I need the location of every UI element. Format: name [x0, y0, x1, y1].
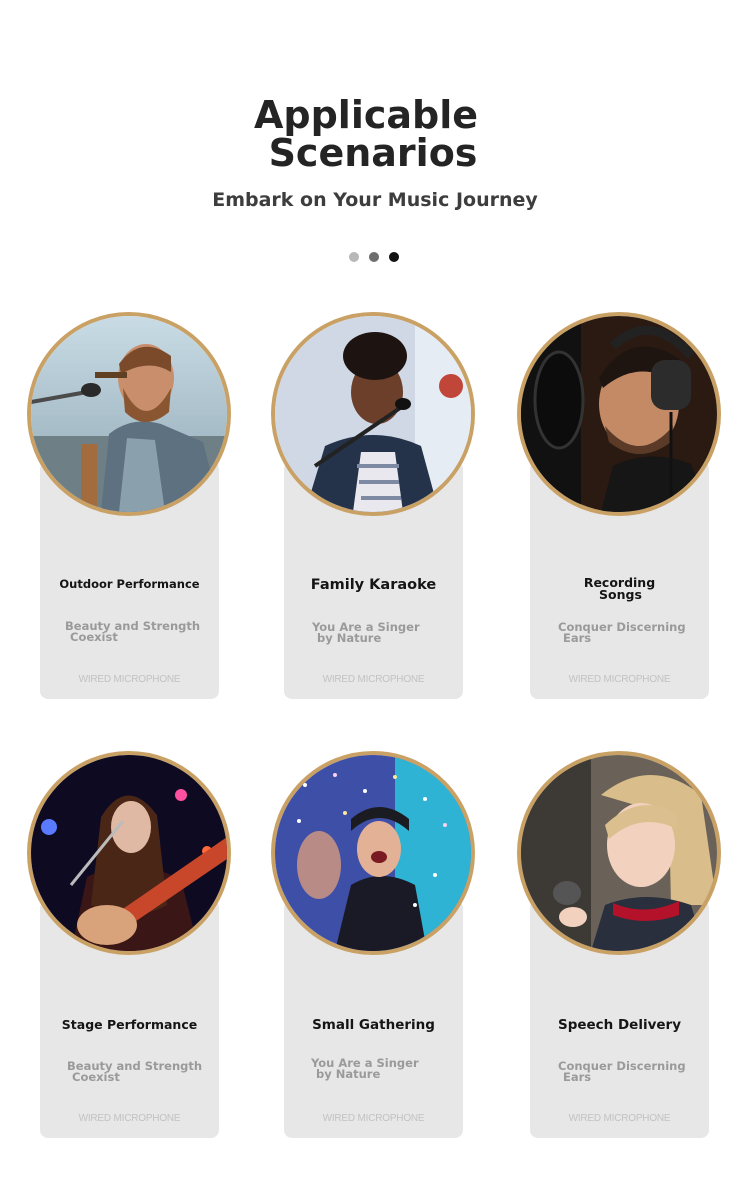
- page-title: Applicable Scenarios: [200, 96, 540, 172]
- carousel-dots: [349, 252, 399, 262]
- outdoor-photo-art: [31, 316, 227, 512]
- carousel-dot-3[interactable]: [389, 252, 399, 262]
- card-subtitle-line2: Coexist: [70, 630, 118, 644]
- man-recording-headphones-photo: [517, 312, 721, 516]
- man-singing-outdoors-photo: [27, 312, 231, 516]
- card-subtitle: Conquer Discerning Ears: [558, 1060, 708, 1084]
- woman-singing-microphone-photo: [271, 312, 475, 516]
- page-title-line1: Applicable: [253, 93, 479, 137]
- card-footer: WIRED MICROPHONE: [78, 1113, 181, 1124]
- page-subtitle: Embark on Your Music Journey: [212, 189, 538, 211]
- card-subtitle-line2: Coexist: [72, 1070, 120, 1084]
- speech-photo-art: [521, 755, 717, 951]
- card-footer: WIRED MICROPHONE: [322, 1113, 425, 1124]
- card-subtitle-line2: Ears: [563, 631, 592, 645]
- card-title: Family Karaoke: [310, 577, 437, 593]
- card-subtitle: You Are a Singer by Nature: [312, 621, 462, 645]
- karaoke-photo-art: [275, 316, 471, 512]
- card-footer: WIRED MICROPHONE: [568, 1113, 671, 1124]
- page-title-line2: Scenarios: [268, 131, 478, 175]
- card-subtitle-line2: Ears: [563, 1070, 592, 1084]
- stage-photo-art: [31, 755, 227, 951]
- card-subtitle: Beauty and Strength Coexist: [67, 1060, 217, 1084]
- card-subtitle-line2: by Nature: [317, 631, 382, 645]
- gathering-photo-art: [275, 755, 471, 951]
- card-footer: WIRED MICROPHONE: [322, 674, 425, 685]
- card-subtitle: Conquer Discerning Ears: [558, 621, 708, 645]
- card-title: Small Gathering: [312, 1017, 435, 1033]
- header-section: Applicable Scenarios Embark on Your Musi…: [0, 0, 750, 290]
- woman-guitar-stage-photo: [27, 751, 231, 955]
- party-confetti-photo: [271, 751, 475, 955]
- carousel-dot-2[interactable]: [369, 252, 379, 262]
- card-title-line2: Songs: [599, 587, 642, 602]
- card-subtitle: You Are a Singer by Nature: [311, 1057, 461, 1081]
- card-subtitle: Beauty and Strength Coexist: [65, 620, 215, 644]
- card-title: Stage Performance: [61, 1017, 198, 1032]
- card-title: Speech Delivery: [557, 1017, 682, 1033]
- card-footer: WIRED MICROPHONE: [78, 674, 181, 685]
- card-title: Recording Songs: [530, 576, 709, 602]
- recording-photo-art: [521, 316, 717, 512]
- card-subtitle-line2: by Nature: [316, 1067, 381, 1081]
- card-title: Outdoor Performance: [59, 577, 200, 591]
- card-footer: WIRED MICROPHONE: [568, 674, 671, 685]
- carousel-dot-1[interactable]: [349, 252, 359, 262]
- child-microphone-photo: [517, 751, 721, 955]
